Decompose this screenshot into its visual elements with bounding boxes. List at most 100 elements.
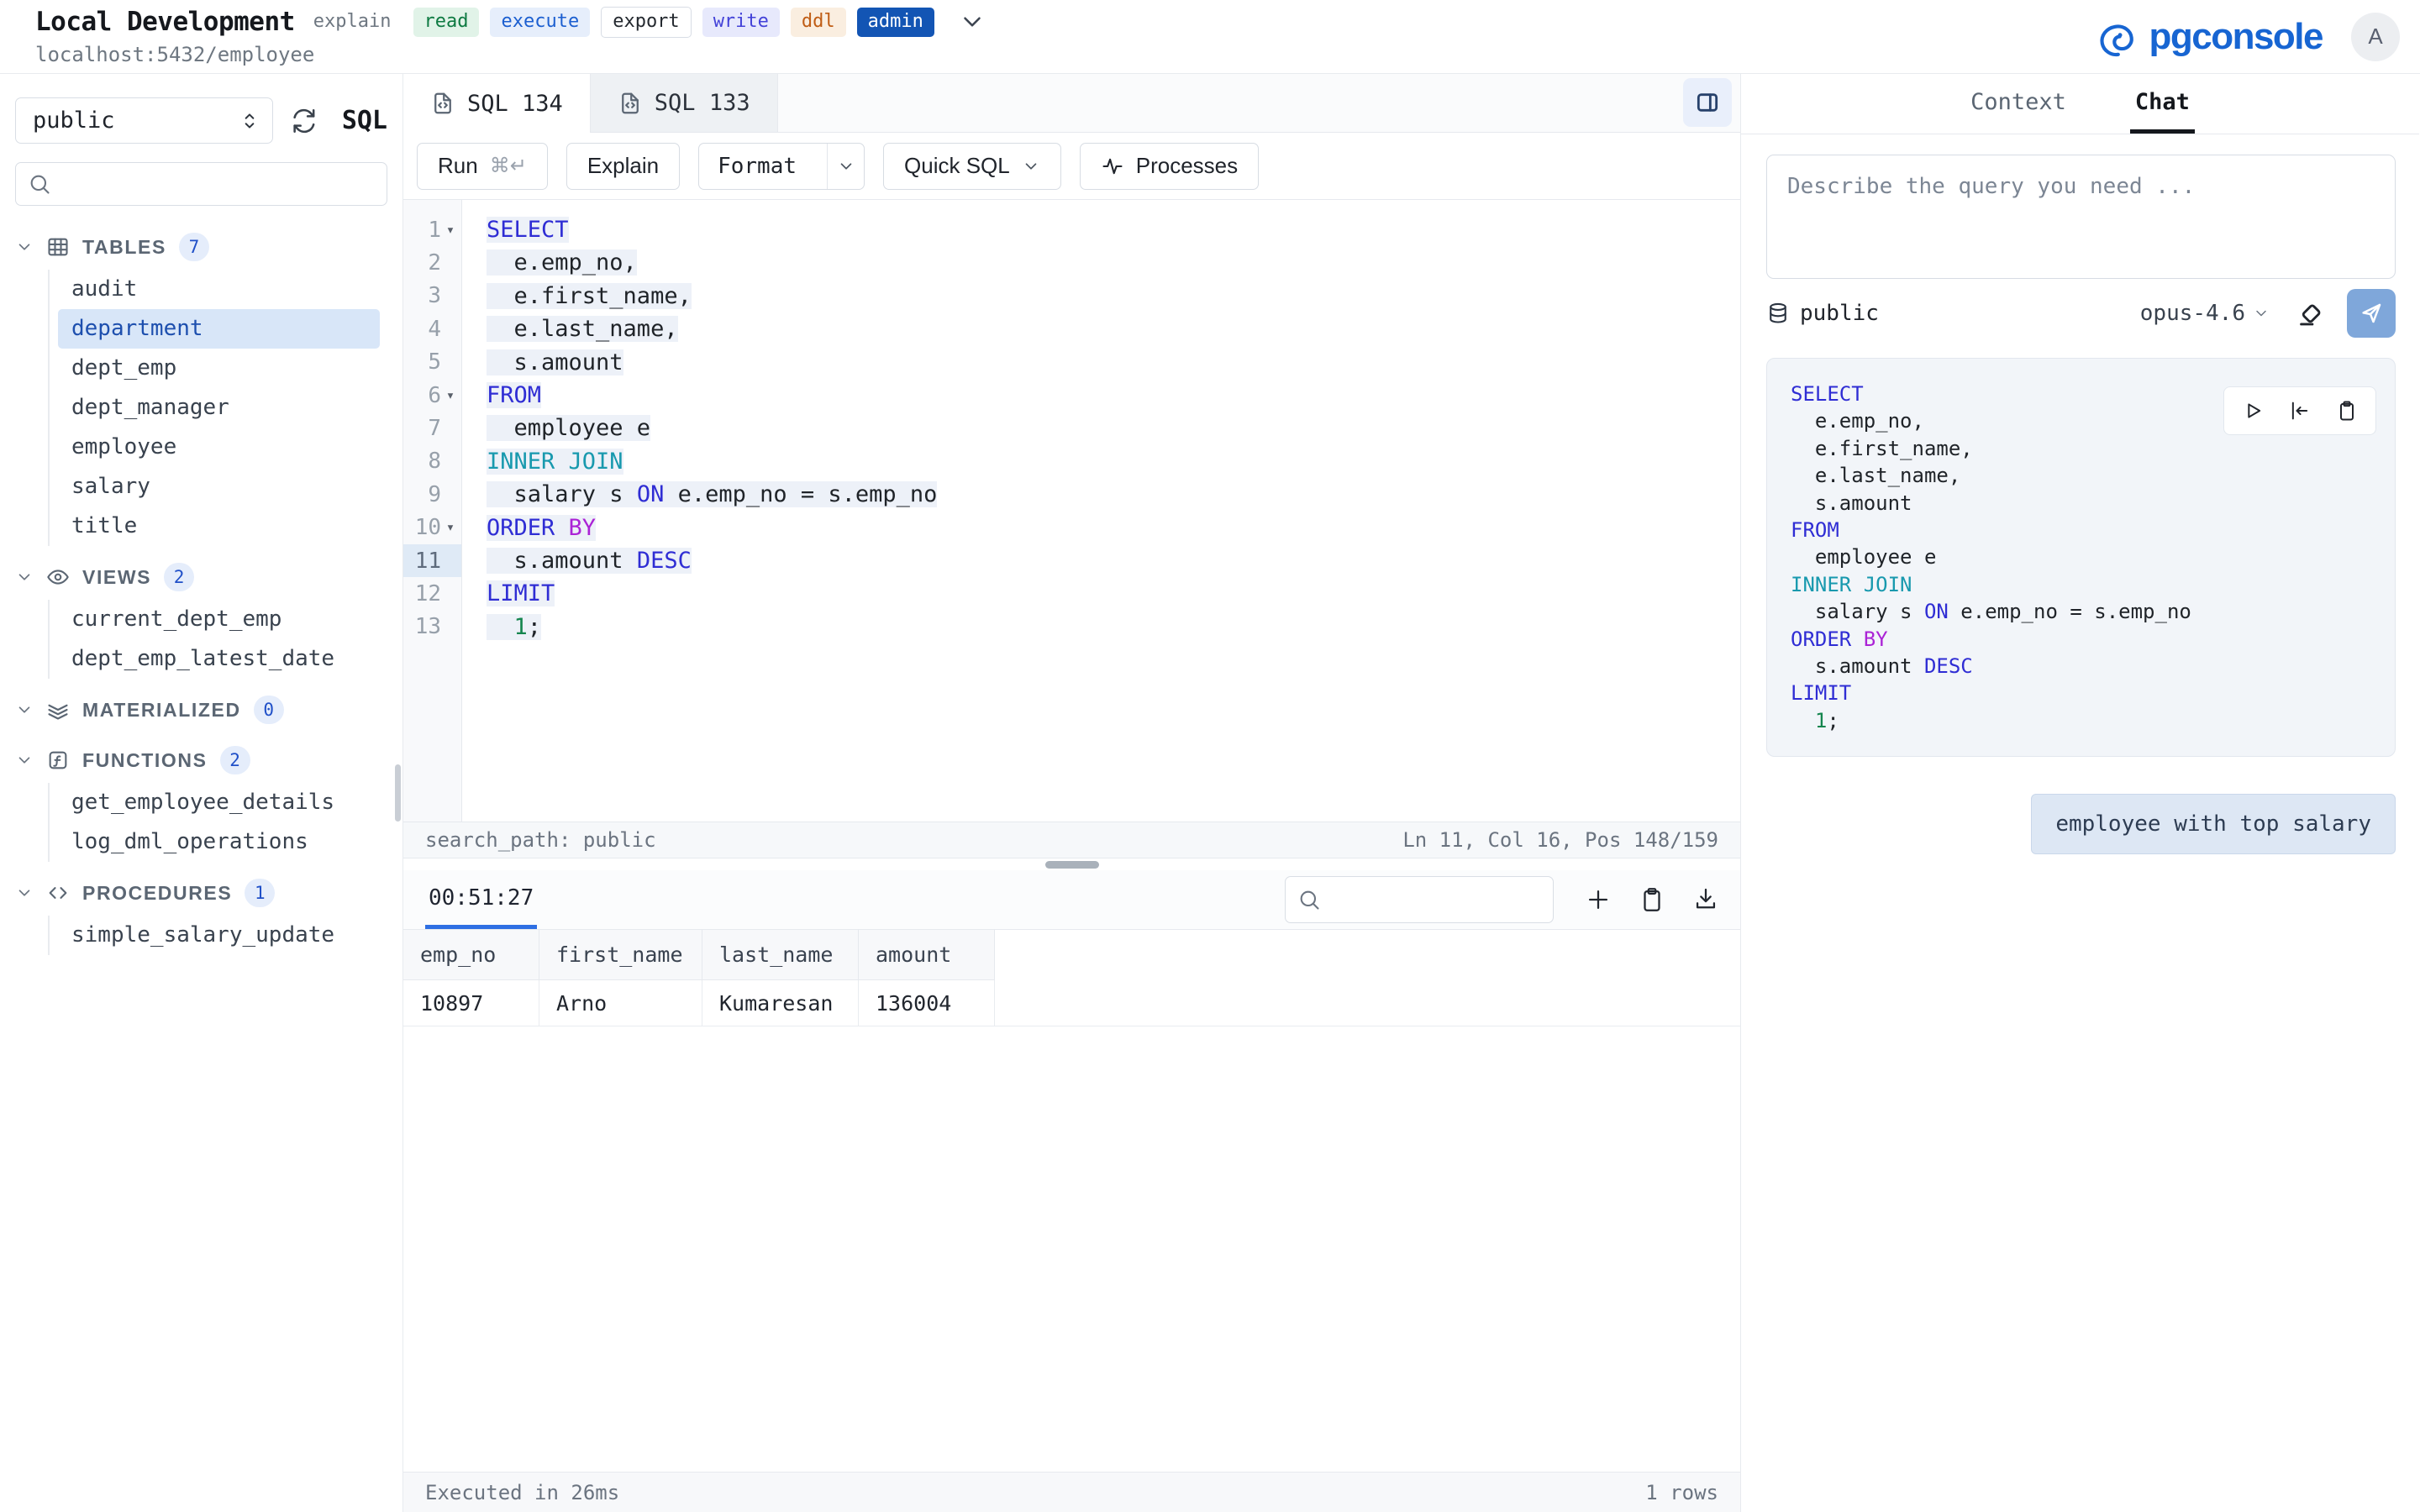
results-search-input[interactable] [1285, 876, 1554, 923]
gutter-line-9[interactable]: 9 [403, 478, 461, 511]
clear-chat-eraser-icon[interactable] [2295, 297, 2327, 329]
gutter-line-13[interactable]: 13 [403, 611, 461, 643]
assistant-tab-chat[interactable]: Chat [2130, 74, 2195, 134]
sidebar-item-simple_salary_update[interactable]: simple_salary_update [58, 916, 380, 955]
sidebar-item-employee[interactable]: employee [58, 428, 380, 467]
sql-token: e.emp_no = s.emp_no [664, 481, 937, 507]
editor-tab-sql-134[interactable]: SQL 134 [403, 74, 591, 133]
code-line-9[interactable]: salary s ON e.emp_no = s.emp_no [487, 478, 1740, 511]
sql-mode-label[interactable]: SQL [342, 106, 387, 135]
table-row[interactable]: 10897ArnoKumaresan136004 [403, 980, 1740, 1026]
editor-code-area[interactable]: SELECT e.emp_no, e.first_name, e.last_na… [462, 200, 1740, 822]
code-line-13[interactable]: 1; [487, 611, 1740, 643]
gutter-line-7[interactable]: 7 [403, 412, 461, 444]
sidebar-item-dept_manager[interactable]: dept_manager [58, 388, 380, 428]
context-schema-label: public [1800, 301, 1879, 326]
section-items-procedures: simple_salary_update [48, 916, 387, 955]
connection-chevron-down-icon[interactable] [958, 8, 986, 36]
column-header-emp_no[interactable]: emp_no [403, 930, 539, 980]
execution-time: Executed in 26ms [425, 1481, 619, 1504]
column-header-first_name[interactable]: first_name [539, 930, 702, 980]
code-line-3[interactable]: e.first_name, [487, 280, 1740, 312]
gutter-line-12[interactable]: 12 [403, 577, 461, 610]
editor-tab-sql-133[interactable]: SQL 133 [591, 74, 778, 132]
sql-editor[interactable]: 1▾23456▾78910▾111213 SELECT e.emp_no, e.… [403, 200, 1740, 822]
assistant-code-line-9: salary s ON e.emp_no = s.emp_no [1791, 598, 2371, 625]
send-button[interactable] [2347, 289, 2396, 338]
splitter-grip[interactable] [1045, 861, 1099, 869]
schema-select[interactable]: public [15, 97, 273, 144]
copy-snippet-clipboard-icon[interactable] [2335, 399, 2359, 423]
code-line-5[interactable]: s.amount [487, 346, 1740, 379]
context-schema[interactable]: public [1766, 301, 1879, 326]
result-timer-tab[interactable]: 00:51:27 [425, 870, 537, 929]
section-label-tables: TABLES [82, 236, 166, 259]
permission-badge-admin: admin [857, 8, 934, 36]
gutter-line-5[interactable]: 5 [403, 346, 461, 379]
gutter-line-4[interactable]: 4 [403, 312, 461, 345]
panel-splitter[interactable] [403, 858, 1740, 870]
gutter-line-8[interactable]: 8 [403, 445, 461, 478]
gutter-line-2[interactable]: 2 [403, 246, 461, 279]
gutter-line-6[interactable]: 6▾ [403, 379, 461, 412]
main-panel: SQL 134 SQL 133 Run ⌘↵ Explain Format [403, 74, 1741, 1512]
explain-button[interactable]: Explain [566, 143, 680, 190]
sidebar-item-audit[interactable]: audit [58, 270, 380, 309]
sidebar-item-salary[interactable]: salary [58, 467, 380, 507]
section-header-views[interactable]: VIEWS2 [15, 558, 387, 596]
quick-sql-button[interactable]: Quick SQL [883, 143, 1061, 190]
code-line-7[interactable]: employee e [487, 412, 1740, 444]
processes-button[interactable]: Processes [1080, 143, 1259, 190]
refresh-icon[interactable] [290, 107, 318, 135]
gutter-line-3[interactable]: 3 [403, 280, 461, 312]
section-items-functions: get_employee_detailslog_dml_operations [48, 783, 387, 862]
fold-marker-icon[interactable]: ▾ [441, 222, 460, 239]
sidebar-scrollbar[interactable] [395, 764, 401, 822]
sidebar-item-current_dept_emp[interactable]: current_dept_emp [58, 600, 380, 639]
fold-marker-icon[interactable]: ▾ [441, 387, 460, 404]
model-selector[interactable]: opus-4.6 [2140, 301, 2270, 326]
split-panel-icon [1694, 89, 1721, 116]
sidebar-item-title[interactable]: title [58, 507, 380, 546]
chat-prompt-input[interactable] [1766, 155, 2396, 279]
format-label[interactable]: Format [699, 144, 815, 189]
section-header-tables[interactable]: TABLES7 [15, 228, 387, 266]
download-results-icon[interactable] [1691, 885, 1720, 914]
split-panel-button[interactable] [1683, 78, 1732, 127]
code-line-11[interactable]: s.amount DESC [487, 544, 1740, 577]
format-button[interactable]: Format [698, 143, 865, 190]
section-header-materialized[interactable]: MATERIALIZED0 [15, 690, 387, 729]
assistant-code-line-10: ORDER BY [1791, 626, 2371, 653]
sidebar-item-get_employee_details[interactable]: get_employee_details [58, 783, 380, 822]
sidebar-item-dept_emp[interactable]: dept_emp [58, 349, 380, 388]
run-snippet-play-icon[interactable] [2241, 399, 2265, 423]
code-line-12[interactable]: LIMIT [487, 577, 1740, 610]
fold-marker-icon[interactable]: ▾ [441, 519, 460, 536]
sidebar-search-input[interactable] [15, 162, 387, 206]
code-line-8[interactable]: INNER JOIN [487, 445, 1740, 478]
code-line-6[interactable]: FROM [487, 379, 1740, 412]
code-line-10[interactable]: ORDER BY [487, 512, 1740, 544]
insert-to-editor-icon[interactable] [2288, 399, 2312, 423]
gutter-line-1[interactable]: 1▾ [403, 213, 461, 246]
code-line-1[interactable]: SELECT [487, 213, 1740, 246]
format-dropdown-button[interactable] [827, 144, 864, 189]
tab-label: SQL 134 [467, 91, 563, 117]
copy-results-clipboard-icon[interactable] [1638, 885, 1666, 914]
sidebar-item-dept_emp_latest_date[interactable]: dept_emp_latest_date [58, 639, 380, 679]
add-result-tab-icon[interactable] [1584, 885, 1612, 914]
run-button[interactable]: Run ⌘↵ [417, 143, 548, 190]
user-avatar[interactable]: A [2351, 13, 2400, 61]
code-line-2[interactable]: e.emp_no, [487, 246, 1740, 279]
code-line-4[interactable]: e.last_name, [487, 312, 1740, 345]
assistant-tab-context[interactable]: Context [1965, 74, 2071, 134]
assistant-code-line-6: FROM [1791, 517, 2371, 543]
section-header-procedures[interactable]: PROCEDURES1 [15, 874, 387, 912]
sidebar-item-department[interactable]: department [58, 309, 380, 349]
column-header-last_name[interactable]: last_name [702, 930, 859, 980]
gutter-line-10[interactable]: 10▾ [403, 512, 461, 544]
column-header-amount[interactable]: amount [859, 930, 995, 980]
gutter-line-11[interactable]: 11 [403, 544, 461, 577]
sidebar-item-log_dml_operations[interactable]: log_dml_operations [58, 822, 380, 862]
section-header-functions[interactable]: FUNCTIONS2 [15, 741, 387, 780]
